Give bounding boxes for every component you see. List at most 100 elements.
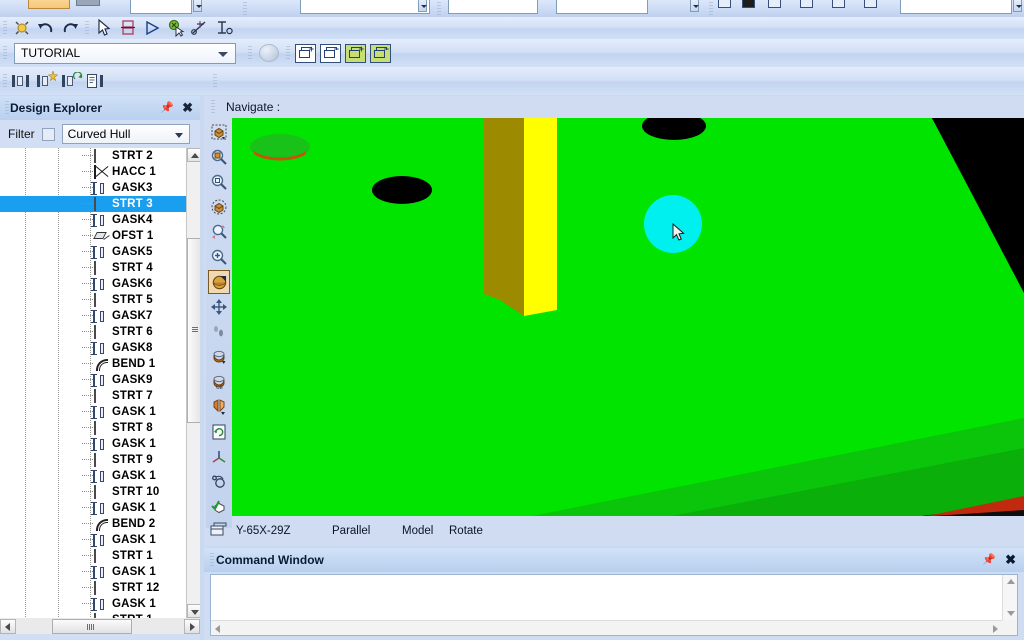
play-triangle-icon[interactable] — [140, 18, 164, 38]
zoom-previous-icon[interactable] — [208, 220, 230, 244]
tree-item-strt-12[interactable]: STRT 12 — [0, 580, 186, 596]
command-vertical-scrollbar[interactable] — [1002, 575, 1017, 620]
remove-view-button[interactable]: − — [320, 43, 341, 63]
tree-item-gask8[interactable]: GASK8 — [0, 340, 186, 356]
design-tree-container[interactable]: STRT 2 HACC 1 GASK3 STRT 3 GASK4 OFST 1 GASK5 S… — [0, 148, 200, 618]
zoom-box-icon[interactable] — [208, 120, 230, 144]
top-field-4[interactable] — [556, 0, 648, 14]
top-icon-5[interactable] — [832, 0, 845, 8]
look-from-icon[interactable] — [208, 345, 230, 369]
flip-view-icon[interactable] — [208, 395, 230, 419]
scroll-left-button[interactable] — [0, 618, 16, 634]
zoom-in-icon[interactable] — [208, 245, 230, 269]
tree-item-gask-1[interactable]: GASK 1 — [0, 500, 186, 516]
tree-scroll-thumb[interactable] — [187, 238, 200, 423]
tree-item-strt-5[interactable]: STRT 5 — [0, 292, 186, 308]
top-field-5[interactable] — [900, 0, 1012, 14]
axis-triad-icon[interactable] — [208, 445, 230, 469]
toolbar-gripper-b[interactable] — [437, 1, 441, 17]
top-field-1[interactable] — [130, 0, 192, 14]
tree-item-strt-1[interactable]: STRT 1 — [0, 548, 186, 564]
tree-item-bend-1[interactable]: BEND 1 — [0, 356, 186, 372]
tree-item-ofst-1[interactable]: OFST 1 — [0, 228, 186, 244]
top-spinner-4[interactable] — [1013, 0, 1022, 12]
toolbar-gripper-c[interactable] — [709, 1, 713, 17]
globe-icon[interactable] — [259, 44, 279, 62]
tree-item-gask-1[interactable]: GASK 1 — [0, 532, 186, 548]
filter-checkbox[interactable] — [41, 127, 55, 141]
top-icon-2[interactable] — [742, 0, 755, 8]
status-view-icon[interactable] — [210, 522, 227, 541]
tree-item-gask-1[interactable]: GASK 1 — [0, 468, 186, 484]
rotate-model-icon[interactable] — [208, 270, 230, 294]
top-icon-1[interactable] — [718, 0, 731, 8]
tree-item-gask7[interactable]: GASK7 — [0, 308, 186, 324]
spacer-gripper[interactable] — [213, 73, 217, 89]
walk-icon[interactable] — [208, 320, 230, 344]
scroll-right-button[interactable] — [184, 618, 200, 634]
tree-item-gask6[interactable]: GASK6 — [0, 276, 186, 292]
top-field-2[interactable] — [300, 0, 430, 14]
model-canvas[interactable] — [232, 118, 1024, 516]
top-spinner-3[interactable] — [690, 0, 699, 12]
scroll-up-button[interactable] — [187, 148, 200, 162]
tree-item-strt-9[interactable]: STRT 9 — [0, 452, 186, 468]
filter-combo[interactable]: Curved Hull — [61, 124, 190, 144]
toolbar-gripper-main[interactable] — [3, 20, 7, 36]
top-spinner-1[interactable] — [193, 0, 202, 12]
top-field-3[interactable] — [448, 0, 538, 14]
gasket-new-icon[interactable] — [35, 71, 58, 91]
color-swatch-orange[interactable] — [28, 0, 70, 9]
zoom-area-icon[interactable] — [208, 145, 230, 169]
close-icon[interactable]: ✖ — [182, 100, 193, 116]
remove-green-view-button[interactable]: − — [370, 43, 391, 63]
navigate-gripper[interactable] — [211, 99, 215, 115]
box-element-icon[interactable] — [116, 18, 140, 38]
zoom-out-glass-icon[interactable] — [208, 170, 230, 194]
command-window-gripper[interactable] — [210, 552, 214, 568]
tree-item-bend-2[interactable]: BEND 2 — [0, 516, 186, 532]
command-scroll-up-icon[interactable] — [1007, 579, 1015, 584]
tree-item-gask-1[interactable]: GASK 1 — [0, 404, 186, 420]
add-view-button[interactable]: + — [295, 43, 316, 63]
command-scroll-left-icon[interactable] — [215, 625, 220, 633]
project-combo[interactable]: TUTORIAL — [14, 42, 236, 64]
look-to-icon[interactable]: CE — [208, 370, 230, 394]
tree-item-gask3[interactable]: GASK3 — [0, 180, 186, 196]
tree-item-gask9[interactable]: GASK9 — [0, 372, 186, 388]
tree-item-gask-1[interactable]: GASK 1 — [0, 564, 186, 580]
command-output-area[interactable] — [211, 575, 1002, 620]
tree-item-strt-8[interactable]: STRT 8 — [0, 420, 186, 436]
close-icon[interactable]: ✖ — [1005, 552, 1016, 568]
gasket-toolbar-gripper[interactable] — [3, 73, 7, 89]
pin-icon[interactable]: 📌 — [160, 101, 174, 114]
tree-item-strt-6[interactable]: STRT 6 — [0, 324, 186, 340]
tree-item-gask-1[interactable]: GASK 1 — [0, 436, 186, 452]
tree-item-gask5[interactable]: GASK5 — [0, 244, 186, 260]
top-spinner-2[interactable] — [418, 0, 427, 12]
tree-hscroll-thumb[interactable] — [52, 618, 132, 634]
project-toolbar-gripper[interactable] — [3, 45, 7, 61]
top-icon-4[interactable] — [800, 0, 813, 8]
tree-item-strt-7[interactable]: STRT 7 — [0, 388, 186, 404]
tree-item-strt-4[interactable]: STRT 4 — [0, 260, 186, 276]
panel-gripper[interactable] — [5, 100, 9, 116]
tree-item-strt-10[interactable]: STRT 10 — [0, 484, 186, 500]
refresh-view-icon[interactable] — [208, 420, 230, 444]
zoom-pick-icon[interactable] — [164, 18, 188, 38]
top-icon-3[interactable] — [768, 0, 781, 8]
tree-item-gask-1[interactable]: GASK 1 — [0, 596, 186, 612]
command-scroll-right-icon[interactable] — [993, 625, 998, 633]
toolbar-gripper-2[interactable] — [85, 20, 89, 36]
scroll-down-button[interactable] — [187, 604, 200, 618]
top-icon-6[interactable] — [864, 0, 877, 8]
undo-icon[interactable] — [34, 18, 58, 38]
tree-vertical-scrollbar[interactable] — [186, 148, 200, 618]
tree-item-strt-2[interactable]: STRT 2 — [0, 148, 186, 164]
redo-icon[interactable] — [58, 18, 82, 38]
tree-item-strt-3[interactable]: STRT 3 — [0, 196, 186, 212]
pointer-select-icon[interactable] — [92, 18, 116, 38]
globe-gripper[interactable] — [248, 45, 252, 61]
limits-box-icon[interactable] — [208, 195, 230, 219]
view-buttons-gripper[interactable] — [286, 45, 290, 61]
